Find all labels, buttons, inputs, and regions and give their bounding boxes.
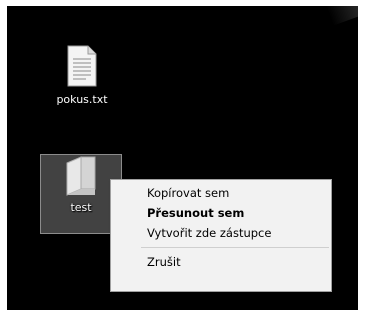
- context-menu: Kopírovat sem Přesunout sem Vytvořit zde…: [110, 179, 332, 292]
- desktop[interactable]: pokus.txt test Kopírovat sem Přesunout s…: [7, 6, 358, 310]
- menu-separator: [141, 247, 329, 248]
- desktop-icon-pokus-txt[interactable]: pokus.txt: [41, 45, 123, 107]
- desktop-icon-label: test: [70, 201, 92, 214]
- menu-item-move-here[interactable]: Přesunout sem: [111, 203, 331, 223]
- menu-item-create-shortcut[interactable]: Vytvořit zde zástupce: [111, 223, 331, 243]
- folder-icon: [41, 155, 121, 197]
- desktop-icon-label: pokus.txt: [56, 93, 108, 106]
- menu-item-cancel[interactable]: Zrušit: [111, 252, 331, 272]
- menu-item-copy-here[interactable]: Kopírovat sem: [111, 183, 331, 203]
- text-file-icon: [41, 45, 123, 87]
